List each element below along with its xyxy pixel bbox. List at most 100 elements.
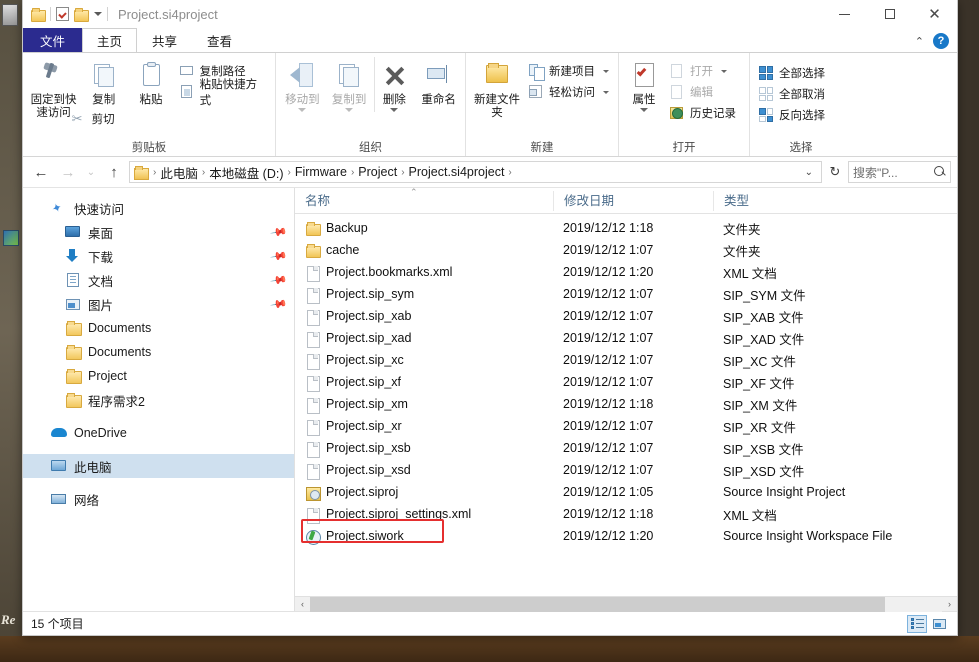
folder-icon[interactable] [31,7,46,22]
maximize-button[interactable] [867,0,912,28]
select-none-button[interactable]: 全部取消 [755,85,828,103]
table-row[interactable]: Project.sip_xm 2019/12/12 1:18 SIP_XM 文件 [295,393,957,415]
breadcrumb[interactable]: › 此电脑 › 本地磁盘 (D:) › Firmware › Project ›… [129,161,822,183]
file-date: 2019/12/12 1:07 [563,309,654,323]
table-row[interactable]: Project.sip_xab 2019/12/12 1:07 SIP_XAB … [295,305,957,327]
sidebar-item-documents-folder-1[interactable]: Documents [23,316,294,340]
column-header-type[interactable]: 类型 [713,190,957,211]
scrollbar-track[interactable] [310,596,942,612]
properties-icon [629,61,659,91]
column-header-name[interactable]: 名称 [295,191,553,211]
table-row[interactable]: Project.sip_xsd 2019/12/12 1:07 SIP_XSD … [295,459,957,481]
chevron-down-icon[interactable] [94,12,102,16]
copy-button[interactable]: 复制 [81,57,126,107]
history-button[interactable]: 历史记录 [666,104,739,122]
tab-view[interactable]: 查看 [192,28,247,52]
table-row[interactable]: Project.bookmarks.xml 2019/12/12 1:20 XM… [295,261,957,283]
sidebar-item-this-pc[interactable]: 此电脑 [23,454,294,478]
source-insight-project-icon [305,485,321,501]
refresh-button[interactable]: ↻ [825,161,845,183]
tab-file[interactable]: 文件 [23,28,83,52]
breadcrumb-item-firmware[interactable]: Firmware [292,165,350,179]
easy-access-button[interactable]: 轻松访问 [525,83,612,101]
chevron-down-icon[interactable] [390,108,399,112]
delete-button[interactable]: 删除 [374,57,413,112]
scroll-right-button[interactable]: › [942,597,957,612]
paste-button[interactable]: 粘贴 [128,57,173,107]
breadcrumb-item-project[interactable]: Project [355,165,400,179]
table-row[interactable]: Project.sip_xad 2019/12/12 1:07 SIP_XAD … [295,327,957,349]
sidebar-item-downloads[interactable]: 下载 📌 [23,244,294,268]
up-button[interactable]: ↑ [102,160,126,184]
table-row[interactable]: Project.sip_xc 2019/12/12 1:07 SIP_XC 文件 [295,349,957,371]
collapse-ribbon-icon[interactable]: ⌃ [915,35,924,48]
select-all-button[interactable]: 全部选择 [755,64,828,82]
sidebar-item-project-folder[interactable]: Project [23,364,294,388]
search-input[interactable]: 搜索"P... [848,161,951,183]
sidebar-item-quick-access[interactable]: ✦ 快速访问 [23,196,294,220]
horizontal-scrollbar[interactable]: ‹ › [295,596,957,612]
desktop-icon[interactable] [2,4,18,26]
open-button[interactable]: 打开 [666,62,739,80]
desktop-icon[interactable] [3,230,19,246]
pin-icon[interactable]: 📌 [270,271,289,290]
table-row[interactable]: Project.siproj 2019/12/12 1:05 Source In… [295,481,957,503]
sidebar-item-desktop[interactable]: 桌面 📌 [23,220,294,244]
scrollbar-thumb[interactable] [310,596,886,612]
column-header-date[interactable]: 修改日期 [553,190,713,211]
pin-icon[interactable]: 📌 [270,223,289,242]
minimize-button[interactable] [822,0,867,28]
sidebar-item-program-requirements-2[interactable]: 程序需求2 [23,388,294,412]
sidebar-item-network[interactable]: 网络 [23,487,294,511]
close-button[interactable]: ✕ [912,0,957,28]
help-icon[interactable]: ? [933,33,949,49]
scroll-left-button[interactable]: ‹ [295,597,310,612]
pin-icon[interactable]: 📌 [270,247,289,266]
properties-icon[interactable] [56,7,69,21]
chevron-down-icon[interactable] [603,69,609,73]
table-row[interactable]: Project.sip_xr 2019/12/12 1:07 SIP_XR 文件 [295,415,957,437]
chevron-down-icon[interactable] [721,69,727,73]
table-row[interactable]: Project.sip_sym 2019/12/12 1:07 SIP_SYM … [295,283,957,305]
recent-locations-button[interactable]: ⌄ [83,160,99,184]
table-row[interactable]: Backup 2019/12/12 1:18 文件夹 [295,217,957,239]
back-button[interactable]: ← [29,160,53,184]
tab-share[interactable]: 共享 [137,28,192,52]
breadcrumb-item-this-pc[interactable]: 此电脑 [157,163,201,182]
chevron-down-icon[interactable] [603,90,609,94]
sidebar-item-onedrive[interactable]: OneDrive [23,421,294,445]
chevron-down-icon[interactable] [345,108,354,112]
rename-button[interactable]: 重命名 [417,57,460,107]
chevron-down-icon[interactable] [640,108,648,112]
table-row[interactable]: cache 2019/12/12 1:07 文件夹 [295,239,957,261]
breadcrumb-item-si4project[interactable]: Project.si4project [406,165,508,179]
sidebar-item-documents[interactable]: 文档 📌 [23,268,294,292]
chevron-down-icon[interactable] [298,108,307,112]
paste-shortcut-button[interactable]: 粘贴快捷方式 [176,79,270,107]
address-dropdown-icon[interactable]: ⌄ [799,167,819,178]
table-row[interactable]: Project.siwork 2019/12/12 1:20 Source In… [295,525,957,547]
invert-selection-button[interactable]: 反向选择 [755,106,828,124]
properties-button[interactable]: 属性 [624,57,664,112]
edit-button[interactable]: 编辑 [666,83,739,101]
new-item-button[interactable]: 新建项目 [525,62,612,81]
pin-icon[interactable]: 📌 [270,295,289,314]
sidebar-item-pictures[interactable]: 图片 📌 [23,292,294,316]
sidebar-item-documents-folder-2[interactable]: Documents [23,340,294,364]
copy-to-button[interactable]: 复制到 [328,57,371,112]
search-icon[interactable] [934,166,946,178]
table-row[interactable]: Project.sip_xsb 2019/12/12 1:07 SIP_XSB … [295,437,957,459]
file-type: SIP_XM 文件 [723,398,798,413]
new-folder-button[interactable]: 新建文件夹 [471,57,523,120]
file-date: 2019/12/12 1:20 [563,265,654,279]
cut-button[interactable]: ✂ 剪切 [68,110,270,128]
table-row[interactable]: Project.siproj_settings.xml 2019/12/12 1… [295,503,957,525]
large-icons-view-button[interactable] [929,615,949,633]
move-to-button[interactable]: 移动到 [281,57,324,112]
new-folder-icon[interactable] [74,7,89,22]
details-view-button[interactable] [907,614,927,633]
tab-home[interactable]: 主页 [82,28,138,52]
table-row[interactable]: Project.sip_xf 2019/12/12 1:07 SIP_XF 文件 [295,371,957,393]
forward-button[interactable]: → [56,160,80,184]
breadcrumb-item-drive-d[interactable]: 本地磁盘 (D:) [206,163,286,182]
